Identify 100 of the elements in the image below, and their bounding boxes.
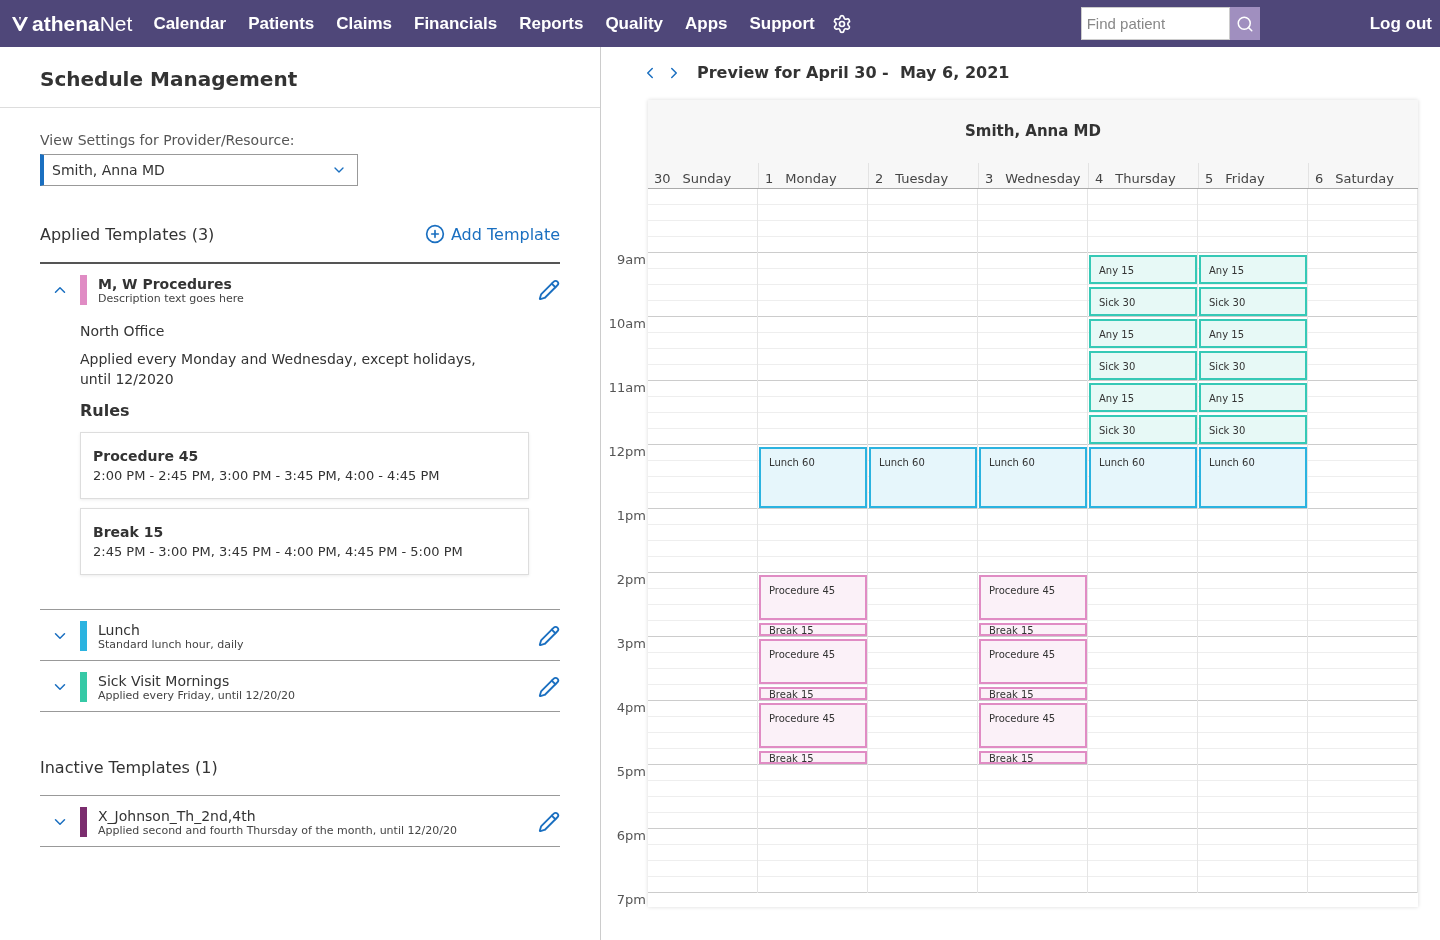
- hour-label: 9am: [616, 252, 647, 269]
- day-name: Wednesday: [1005, 171, 1081, 186]
- pencil-icon: [538, 676, 560, 698]
- schedule-block[interactable]: Break 15: [759, 687, 867, 700]
- day-number: 30: [654, 171, 671, 186]
- schedule-block[interactable]: Lunch 60: [759, 447, 867, 508]
- settings-icon: [831, 13, 852, 34]
- edit-button[interactable]: [538, 279, 560, 301]
- edit-button[interactable]: [538, 625, 560, 647]
- template-schedule: Applied every Monday and Wednesday, except holidays, until 12/2020: [80, 350, 477, 389]
- section-heading: Inactive Templates (1): [40, 758, 218, 777]
- preview-title: Preview for April 30 - May 6, 2021: [697, 63, 1010, 82]
- day-name: Thursday: [1115, 171, 1176, 186]
- day-name: Saturday: [1335, 171, 1394, 186]
- nav-link[interactable]: Claims: [325, 13, 403, 34]
- logout-link[interactable]: Log out: [1369, 13, 1432, 34]
- nav-link[interactable]: Patients: [237, 13, 326, 34]
- rule-name: Procedure 45: [93, 448, 200, 464]
- schedule-block[interactable]: Procedure 45: [979, 703, 1087, 748]
- hour-label: 10am: [607, 316, 647, 333]
- template-description: Standard lunch hour, daily: [98, 637, 245, 651]
- add-template-button[interactable]: Add Template: [424, 224, 560, 244]
- schedule-block[interactable]: Lunch 60: [1089, 447, 1197, 508]
- search-field[interactable]: Find patient: [1080, 7, 1230, 40]
- day-name: Sunday: [682, 171, 732, 186]
- rules-heading: Rules: [80, 401, 131, 420]
- edit-button[interactable]: [538, 676, 560, 698]
- plus-circle-icon: [424, 224, 445, 244]
- day-name: Friday: [1225, 171, 1265, 186]
- hour-label: 11am: [607, 380, 647, 397]
- template-description: Description text goes here: [98, 291, 245, 305]
- schedule-block[interactable]: Procedure 45: [759, 575, 867, 620]
- day-name: Monday: [785, 171, 837, 186]
- hour-label: 4pm: [615, 700, 647, 717]
- schedule-block[interactable]: Procedure 45: [759, 703, 867, 748]
- schedule-block[interactable]: Procedure 45: [979, 639, 1087, 684]
- schedule-block[interactable]: Any 15: [1199, 319, 1307, 348]
- schedule-block[interactable]: Break 15: [759, 751, 867, 764]
- hour-label: 12pm: [607, 444, 647, 461]
- calendar-title: Smith, Anna MD: [963, 121, 1102, 142]
- day-number: 2: [875, 171, 884, 186]
- template-description: Applied second and fourth Thursday of the month, until 12/20/20: [98, 823, 458, 837]
- section-heading: Applied Templates (3): [40, 224, 215, 244]
- day-number: 4: [1095, 171, 1104, 186]
- day-name: Tuesday: [895, 171, 949, 186]
- nav-link[interactable]: Calendar: [142, 13, 238, 34]
- schedule-block[interactable]: Any 15: [1199, 383, 1307, 412]
- nav-link[interactable]: Quality: [594, 13, 674, 34]
- nav-link[interactable]: Reports: [508, 13, 595, 34]
- template-name: M, W Procedures: [98, 275, 233, 292]
- hour-label: 7pm: [615, 892, 647, 907]
- schedule-block[interactable]: Lunch 60: [869, 447, 977, 508]
- template-name: Sick Visit Mornings: [98, 672, 231, 689]
- schedule-block[interactable]: Sick 30: [1199, 287, 1307, 316]
- edit-button[interactable]: [538, 811, 560, 833]
- search-icon: [1235, 14, 1254, 33]
- schedule-block[interactable]: Break 15: [979, 687, 1087, 700]
- schedule-block[interactable]: Break 15: [759, 623, 867, 636]
- schedule-block[interactable]: Break 15: [979, 751, 1087, 764]
- hour-label: 6pm: [615, 828, 647, 845]
- rule-name: Break 15: [93, 524, 165, 540]
- nav-link[interactable]: Apps: [674, 13, 739, 34]
- schedule-block[interactable]: Any 15: [1199, 255, 1307, 284]
- day-number: 6: [1315, 171, 1324, 186]
- schedule-block[interactable]: Procedure 45: [979, 575, 1087, 620]
- hour-label: 1pm: [615, 508, 647, 525]
- day-number: 1: [765, 171, 774, 186]
- provider-select[interactable]: Smith, Anna MD: [40, 154, 358, 186]
- nav-link[interactable]: Financials: [403, 13, 509, 34]
- schedule-block[interactable]: Sick 30: [1199, 351, 1307, 380]
- template-description: Applied every Friday, until 12/20/20: [98, 688, 297, 702]
- pencil-icon: [538, 811, 560, 833]
- schedule-block[interactable]: Sick 30: [1199, 415, 1307, 444]
- page-title: Schedule Management: [0, 47, 600, 108]
- provider-label: View Settings for Provider/Resource:: [40, 132, 296, 148]
- schedule-block[interactable]: Sick 30: [1089, 287, 1197, 316]
- rule-times: 2:45 PM - 3:00 PM, 3:45 PM - 4:00 PM, 4:45 PM - 5:00 PM: [93, 544, 464, 559]
- schedule-block[interactable]: Any 15: [1089, 255, 1197, 284]
- schedule-block[interactable]: Sick 30: [1089, 415, 1197, 444]
- hour-label: 5pm: [615, 764, 647, 781]
- schedule-block[interactable]: Any 15: [1089, 319, 1197, 348]
- search-button[interactable]: [1229, 7, 1260, 40]
- pencil-icon: [538, 279, 560, 301]
- day-number: 5: [1205, 171, 1214, 186]
- app-logo[interactable]: athenaNet: [10, 11, 133, 36]
- schedule-block[interactable]: Sick 30: [1089, 351, 1197, 380]
- template-location: North Office: [80, 322, 166, 341]
- schedule-block[interactable]: Break 15: [979, 623, 1087, 636]
- schedule-block[interactable]: Lunch 60: [1199, 447, 1307, 508]
- template-name: Lunch: [98, 621, 141, 638]
- rule-times: 2:00 PM - 2:45 PM, 3:00 PM - 3:45 PM, 4:00 - 4:45 PM: [93, 468, 441, 483]
- template-name: X_Johnson_Th_2nd,4th: [98, 807, 257, 824]
- schedule-block[interactable]: Any 15: [1089, 383, 1197, 412]
- hour-label: 3pm: [615, 636, 647, 653]
- hour-label: 2pm: [615, 572, 647, 589]
- nav-link[interactable]: Support: [738, 13, 826, 34]
- schedule-block[interactable]: Lunch 60: [979, 447, 1087, 508]
- day-number: 3: [985, 171, 994, 186]
- pencil-icon: [538, 625, 560, 647]
- schedule-block[interactable]: Procedure 45: [759, 639, 867, 684]
